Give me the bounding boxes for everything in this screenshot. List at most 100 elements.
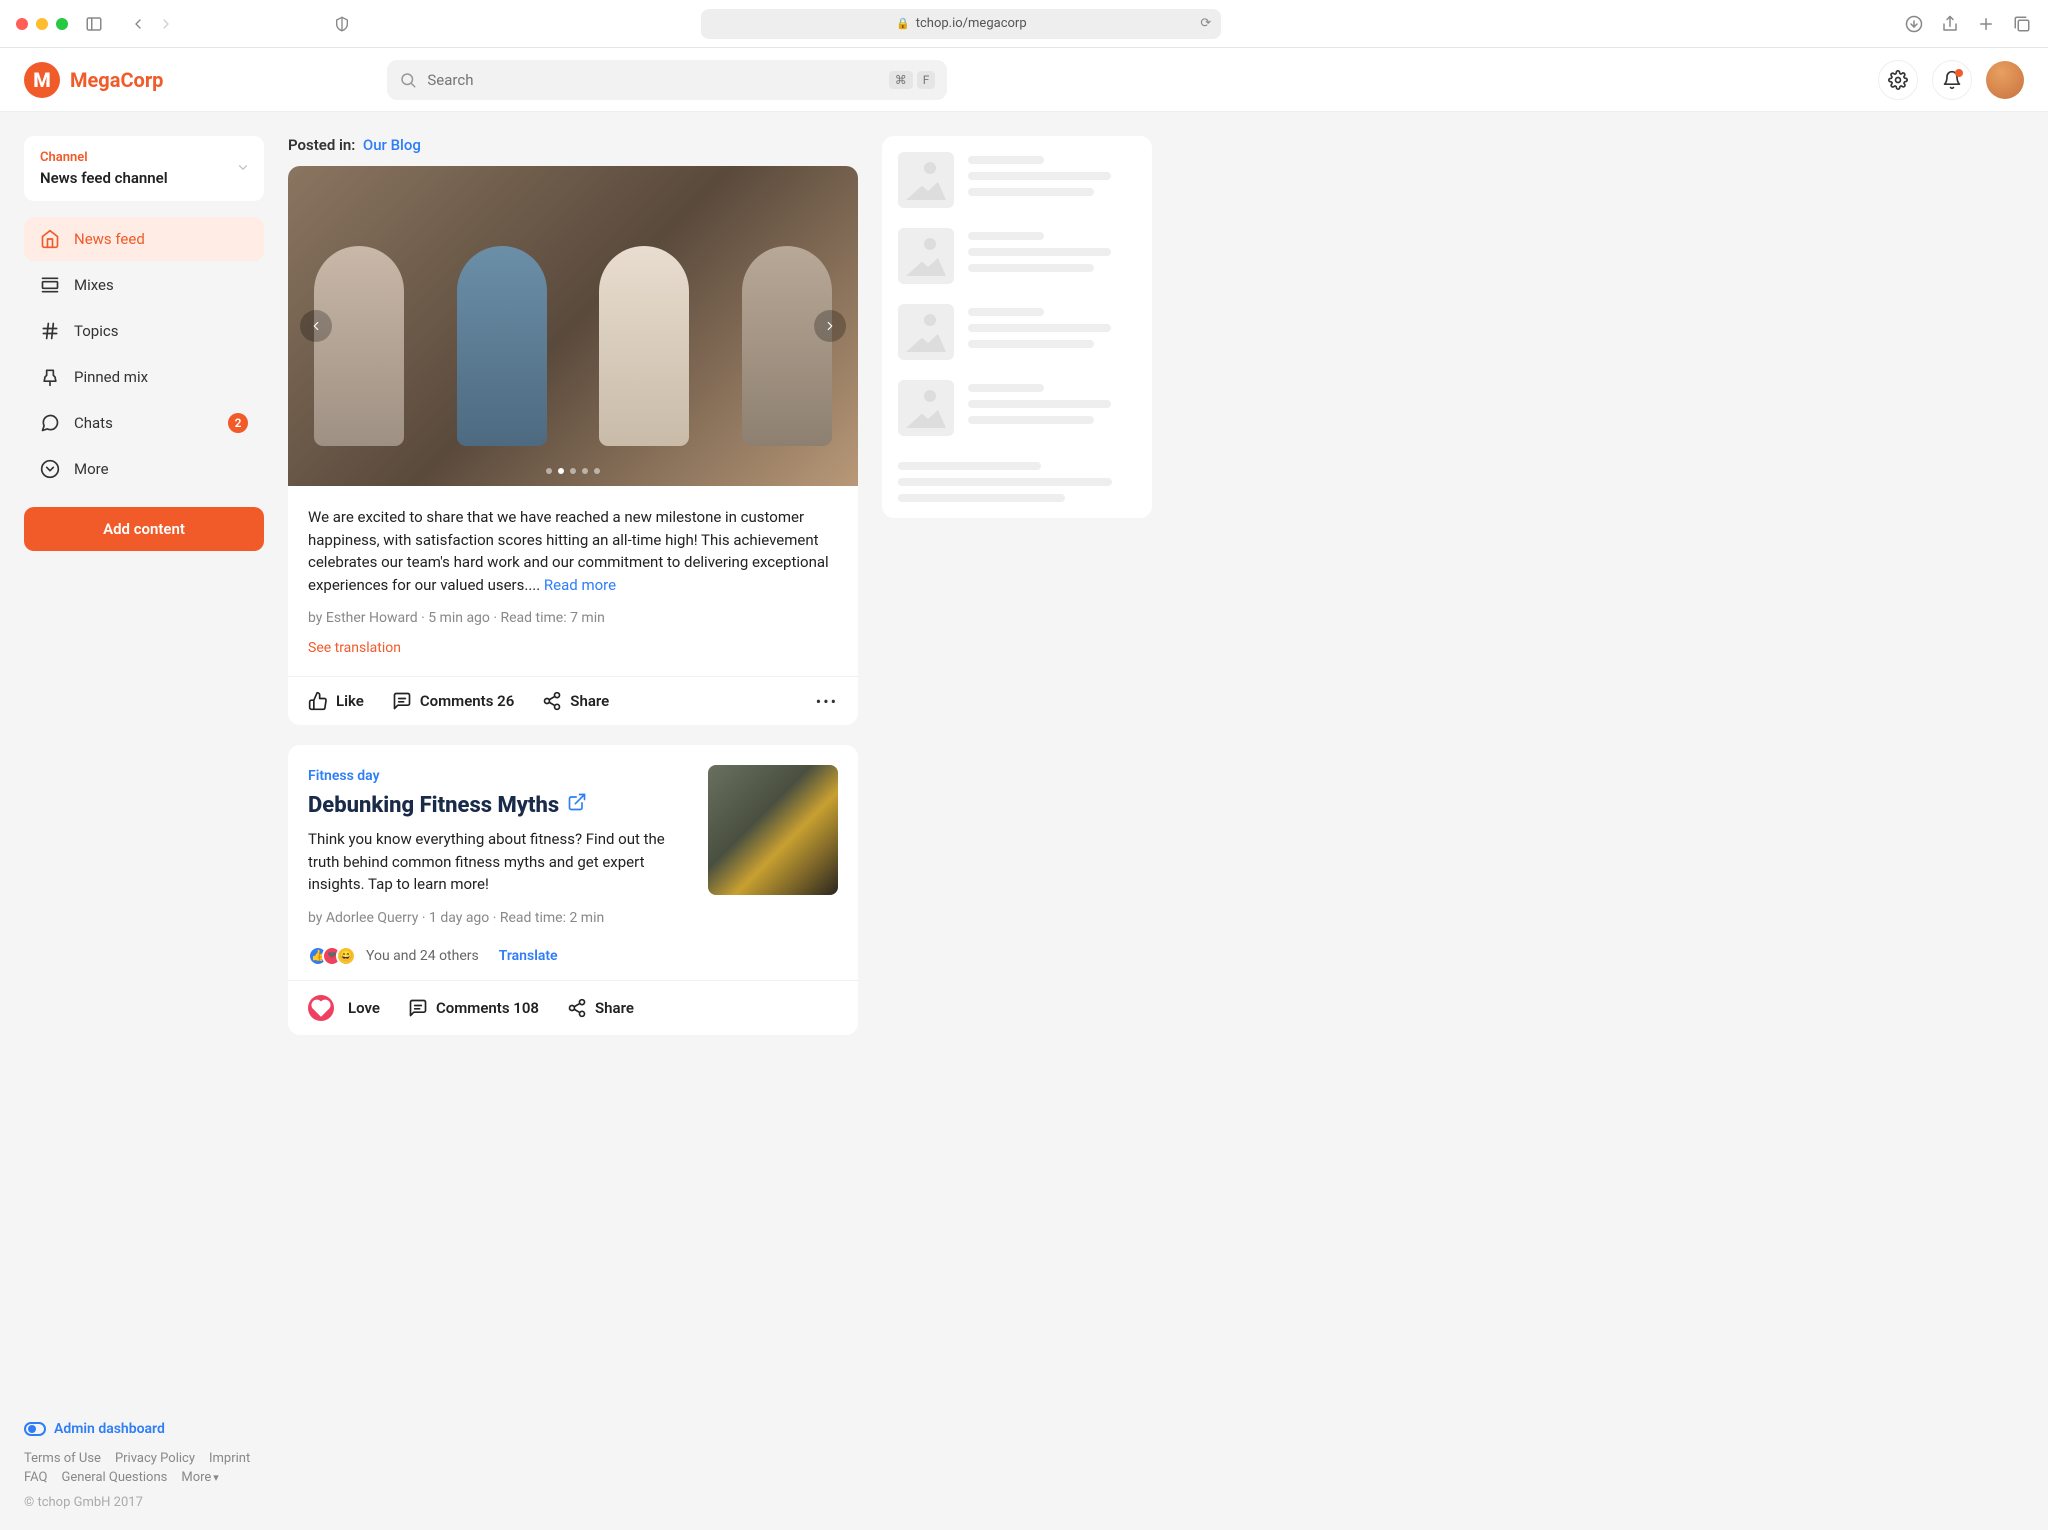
nav-label: Mixes <box>74 276 114 294</box>
see-translation-link[interactable]: See translation <box>308 640 401 656</box>
feed: Posted in: Our Blog We are excited to sh… <box>288 136 858 1035</box>
notification-dot <box>1955 69 1963 77</box>
settings-button[interactable] <box>1878 60 1918 100</box>
toggle-icon <box>24 1422 46 1436</box>
chevron-down-icon <box>236 159 250 178</box>
new-tab-icon[interactable] <box>1976 14 1996 34</box>
nav-label: More <box>74 460 109 478</box>
tabs-icon[interactable] <box>2012 14 2032 34</box>
url-bar[interactable]: 🔒 tchop.io/megacorp ⟳ <box>701 9 1221 39</box>
post-actions: Love Comments 108 Share <box>288 980 858 1035</box>
maximize-window[interactable] <box>56 18 68 30</box>
reactions-text: You and 24 others <box>366 948 479 964</box>
home-icon <box>40 229 60 249</box>
window-controls <box>16 18 68 30</box>
like-button[interactable]: Like <box>308 691 364 711</box>
notifications-button[interactable] <box>1932 60 1972 100</box>
post-thumbnail <box>708 765 838 895</box>
search-icon <box>399 71 417 89</box>
post-tag-link[interactable]: Fitness day <box>308 768 380 784</box>
chat-icon <box>40 413 60 433</box>
add-content-button[interactable]: Add content <box>24 507 264 551</box>
footer-more[interactable]: More▾ <box>181 1470 218 1485</box>
share-button[interactable]: Share <box>567 998 634 1018</box>
post-meta: by Esther Howard · 5 min ago · Read time… <box>308 610 838 626</box>
download-icon[interactable] <box>1904 14 1924 34</box>
footer-general[interactable]: General Questions <box>61 1470 167 1485</box>
close-window[interactable] <box>16 18 28 30</box>
shield-icon[interactable] <box>332 14 352 34</box>
search-bar[interactable]: ⌘F <box>387 60 947 100</box>
skeleton-item <box>898 380 1136 436</box>
post-card: Fitness day Debunking Fitness Myths Thin… <box>288 745 858 1035</box>
nav-topics[interactable]: Topics <box>24 309 264 353</box>
admin-dashboard-link[interactable]: Admin dashboard <box>24 1421 264 1437</box>
chats-badge: 2 <box>228 413 248 433</box>
carousel-next[interactable] <box>814 310 846 342</box>
nav-label: Topics <box>74 322 118 340</box>
read-more-link[interactable]: Read more <box>540 576 616 594</box>
footer-imprint[interactable]: Imprint <box>209 1451 250 1466</box>
brand-name: MegaCorp <box>70 68 163 92</box>
comments-button[interactable]: Comments 26 <box>392 691 514 711</box>
nav-chats[interactable]: Chats 2 <box>24 401 264 445</box>
skeleton-item <box>898 304 1136 360</box>
skeleton-item <box>898 228 1136 284</box>
posted-in-link[interactable]: Our Blog <box>363 136 421 154</box>
browser-chrome: 🔒 tchop.io/megacorp ⟳ <box>0 0 2048 48</box>
nav-mixes[interactable]: Mixes <box>24 263 264 307</box>
post-meta: by Adorlee Querry · 1 day ago · Read tim… <box>308 910 690 926</box>
love-button[interactable]: Love <box>308 995 380 1021</box>
translate-link[interactable]: Translate <box>499 948 558 964</box>
keyboard-hint: ⌘F <box>889 71 936 89</box>
post-title[interactable]: Debunking Fitness Myths <box>308 792 690 818</box>
nav-more[interactable]: More <box>24 447 264 491</box>
minimize-window[interactable] <box>36 18 48 30</box>
forward-icon[interactable] <box>156 14 176 34</box>
logo-badge: M <box>24 62 60 98</box>
nav-label: Pinned mix <box>74 368 148 386</box>
nav-label: News feed <box>74 230 145 248</box>
heart-icon <box>308 995 334 1021</box>
comments-button[interactable]: Comments 108 <box>408 998 539 1018</box>
share-icon[interactable] <box>1940 14 1960 34</box>
post-hero-image <box>288 166 858 486</box>
sidebar-footer: Admin dashboard Terms of Use Privacy Pol… <box>24 1421 264 1510</box>
app-header: M MegaCorp ⌘F <box>0 48 2048 112</box>
user-avatar[interactable] <box>1986 61 2024 99</box>
posted-in: Posted in: Our Blog <box>288 136 858 166</box>
post-card: We are excited to share that we have rea… <box>288 166 858 725</box>
copyright: © tchop GmbH 2017 <box>24 1495 264 1510</box>
right-rail <box>882 136 1152 518</box>
reaction-icons: 👍 ❤ 😄 <box>308 946 356 966</box>
channel-label: Channel <box>40 150 248 165</box>
skeleton-item <box>898 152 1136 208</box>
skeleton-footer <box>898 462 1136 502</box>
carousel-prev[interactable] <box>300 310 332 342</box>
reload-icon[interactable]: ⟳ <box>1200 16 1211 31</box>
sidebar-toggle-icon[interactable] <box>84 14 104 34</box>
carousel-dots[interactable] <box>546 468 600 474</box>
footer-privacy[interactable]: Privacy Policy <box>115 1451 195 1466</box>
haha-reaction-icon: 😄 <box>336 946 356 966</box>
sidebar: Channel News feed channel News feed Mixe… <box>24 136 264 551</box>
footer-terms[interactable]: Terms of Use <box>24 1451 101 1466</box>
post-text: We are excited to share that we have rea… <box>308 506 838 596</box>
back-icon[interactable] <box>128 14 148 34</box>
nav-news-feed[interactable]: News feed <box>24 217 264 261</box>
nav-pinned-mix[interactable]: Pinned mix <box>24 355 264 399</box>
url-text: tchop.io/megacorp <box>916 16 1027 31</box>
external-link-icon <box>567 792 587 818</box>
nav-label: Chats <box>74 414 113 432</box>
post-menu-button[interactable]: ••• <box>816 692 838 711</box>
logo[interactable]: M MegaCorp <box>24 62 163 98</box>
reactions-row[interactable]: 👍 ❤ 😄 You and 24 others Translate <box>288 946 858 980</box>
footer-faq[interactable]: FAQ <box>24 1470 47 1485</box>
chevron-down-circle-icon <box>40 459 60 479</box>
hash-icon <box>40 321 60 341</box>
channel-selector[interactable]: Channel News feed channel <box>24 136 264 201</box>
share-button[interactable]: Share <box>542 691 609 711</box>
pin-icon <box>40 367 60 387</box>
search-input[interactable] <box>427 71 878 89</box>
channel-name: News feed channel <box>40 169 248 187</box>
